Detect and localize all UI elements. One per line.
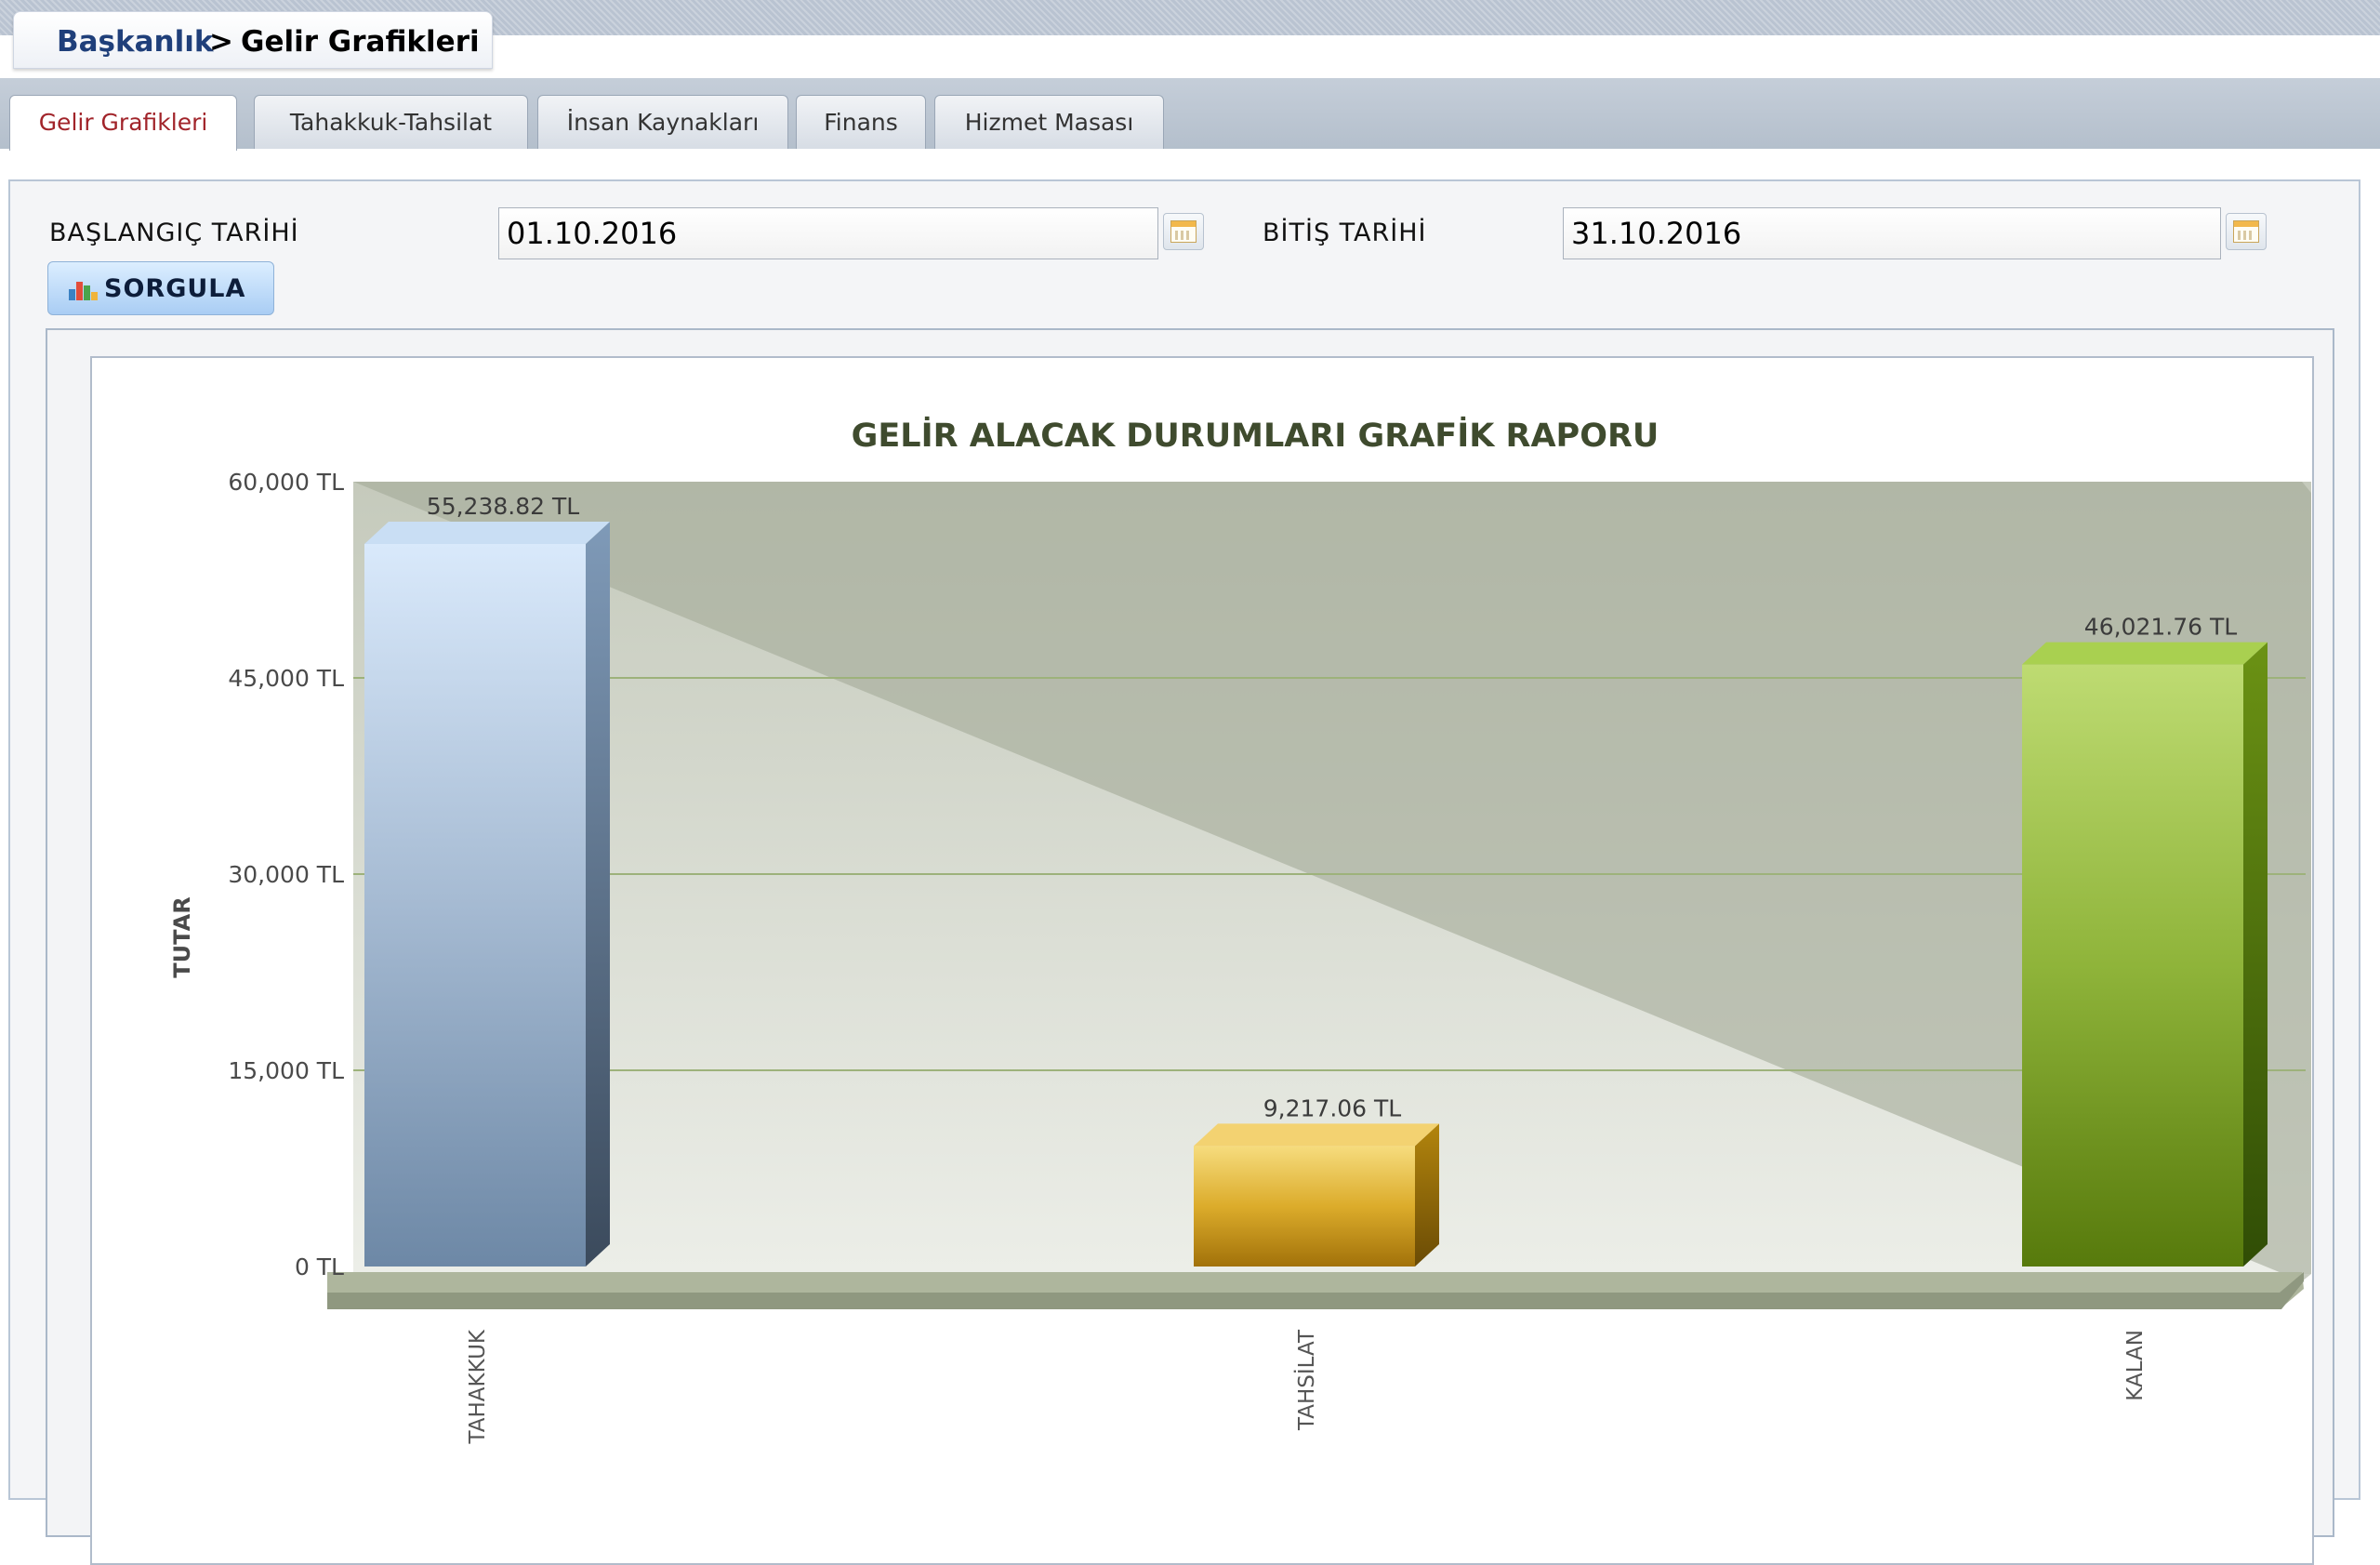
bar-value-label: 9,217.06 TL: [1263, 1094, 1402, 1121]
bar-top: [1194, 1123, 1439, 1147]
y-tick-label: 30,000 TL: [228, 861, 344, 888]
y-axis: 0 TL 15,000 TL 30,000 TL 45,000 TL 60,000 TL: [228, 469, 344, 1280]
x-axis: TAHAKKUK TAHSİLAT KALAN: [466, 1329, 2148, 1444]
chart-title: GELİR ALACAK DURUMLARI GRAFİK RAPORU: [852, 416, 1659, 455]
bar-front: [364, 543, 586, 1267]
bar-top: [2022, 642, 2268, 665]
bar-front: [2022, 664, 2243, 1267]
bar-side: [2243, 642, 2268, 1267]
bar-kalan: 46,021.76 TL: [2022, 614, 2268, 1267]
bar-value-label: 55,238.82 TL: [427, 493, 579, 520]
x-tick-label: KALAN: [2123, 1330, 2148, 1401]
y-axis-label: TUTAR: [169, 896, 195, 977]
y-tick-label: 45,000 TL: [228, 665, 344, 692]
bar-top: [364, 521, 610, 544]
bar-front: [1194, 1146, 1415, 1267]
bar-tahakkuk: 55,238.82 TL: [364, 493, 610, 1267]
bar-value-label: 46,021.76 TL: [2084, 614, 2237, 641]
y-tick-label: 15,000 TL: [228, 1057, 344, 1084]
bar-side: [586, 521, 610, 1267]
bar-side: [1415, 1123, 1439, 1267]
y-tick-label: 0 TL: [295, 1253, 344, 1280]
x-tick-label: TAHAKKUK: [466, 1329, 490, 1444]
chart-canvas: 0 TL 15,000 TL 30,000 TL 45,000 TL 60,000 TL…: [169, 416, 2311, 1445]
y-tick-label: 60,000 TL: [228, 469, 344, 496]
x-tick-label: TAHSİLAT: [1293, 1329, 1319, 1431]
